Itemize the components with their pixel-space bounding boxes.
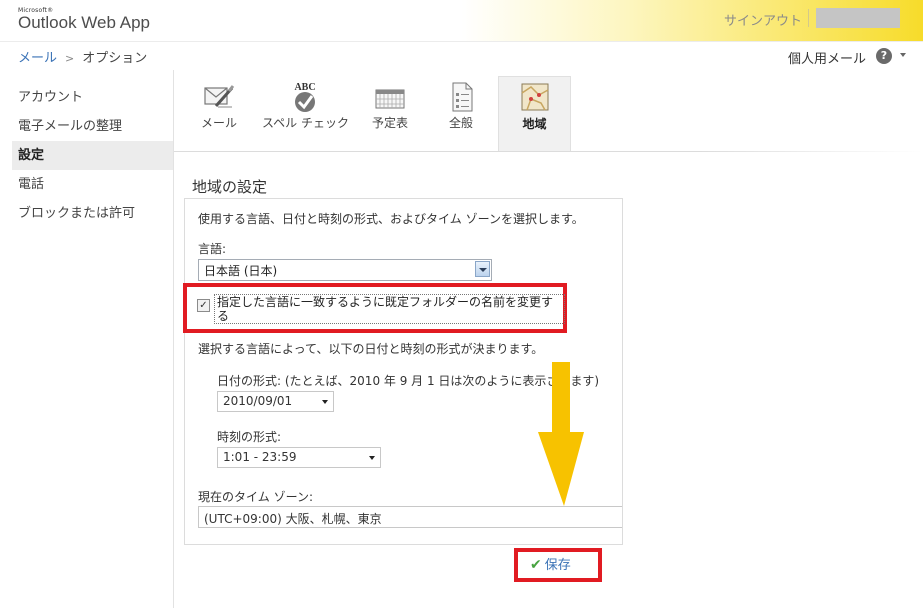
tab-spellcheck-label: スペル チェック: [262, 116, 349, 130]
spellcheck-icon: ABC: [287, 80, 323, 117]
nav-item-block-allow[interactable]: ブロックまたは許可: [0, 199, 173, 228]
page-title: 地域の設定: [192, 178, 268, 196]
nav-item-account[interactable]: アカウント: [0, 83, 173, 112]
nav-item-organize-email[interactable]: 電子メールの整理: [0, 112, 173, 141]
rename-folders-label[interactable]: 指定した言語に一致するように既定フォルダーの名前を変更する: [214, 294, 565, 324]
left-nav: アカウント 電子メールの整理 設定 電話 ブロックまたは許可: [0, 83, 173, 228]
tab-calendar-label: 予定表: [371, 116, 408, 130]
checkmark-icon: ✔: [530, 557, 542, 573]
help-icon[interactable]: ?: [876, 48, 892, 64]
tab-general[interactable]: 全般: [432, 76, 490, 151]
timezone-value: (UTC+09:00) 大阪、札幌、東京: [204, 512, 382, 526]
tab-calendar[interactable]: 予定表: [360, 76, 420, 151]
date-format-select[interactable]: 2010/09/01: [217, 391, 334, 412]
chevron-down-icon[interactable]: [475, 261, 490, 277]
breadcrumb: メール > オプション: [18, 47, 147, 66]
brand-name: Outlook Web App: [18, 13, 150, 32]
yellow-arrow-annotation: [538, 362, 590, 511]
nav-item-settings[interactable]: 設定: [12, 141, 173, 170]
timezone-label: 現在のタイム ゾーン:: [198, 490, 314, 504]
top-bar: Microsoft® Outlook Web App サインアウト: [0, 0, 923, 42]
tab-divider-line: [174, 151, 923, 152]
tab-region-label: 地域: [522, 117, 547, 131]
breadcrumb-mail-link[interactable]: メール: [18, 51, 57, 66]
chevron-down-icon: [322, 400, 328, 404]
help-dropdown-icon[interactable]: [900, 53, 906, 57]
chevron-right-icon: >: [65, 52, 75, 65]
language-value: 日本語 (日本): [204, 264, 278, 278]
tab-mail[interactable]: メール: [187, 76, 251, 151]
calendar-icon: [374, 80, 406, 115]
language-label: 言語:: [198, 242, 227, 256]
personal-mail-link[interactable]: 個人用メール: [788, 48, 866, 67]
header-divider: [808, 9, 809, 27]
user-name-redacted[interactable]: [816, 8, 900, 28]
save-label: 保存: [544, 558, 571, 573]
breadcrumb-current: オプション: [82, 51, 148, 66]
nav-item-phone[interactable]: 電話: [0, 170, 173, 199]
tab-general-label: 全般: [448, 116, 473, 130]
region-description: 使用する言語、日付と時刻の形式、およびタイム ゾーンを選択します。: [198, 212, 584, 226]
language-select[interactable]: 日本語 (日本): [198, 259, 492, 281]
chevron-down-icon: [369, 456, 375, 460]
signout-link[interactable]: サインアウト: [724, 10, 802, 29]
time-format-select[interactable]: 1:01 - 23:59: [217, 447, 381, 468]
time-format-label: 時刻の形式:: [217, 430, 282, 444]
mail-pen-icon: [202, 80, 236, 115]
general-document-icon: [446, 80, 476, 117]
outlook-logo: Microsoft® Outlook Web App: [18, 7, 150, 32]
save-button[interactable]: ✔ 保存: [530, 554, 571, 573]
tab-region[interactable]: 地域: [498, 76, 571, 152]
rename-folders-checkbox[interactable]: ✓: [197, 299, 210, 312]
region-map-icon: [519, 81, 551, 116]
tab-spellcheck[interactable]: ABC スペル チェック: [262, 76, 349, 151]
time-format-value: 1:01 - 23:59: [223, 450, 297, 464]
format-note: 選択する言語によって、以下の日付と時刻の形式が決まります。: [198, 342, 544, 356]
date-format-value: 2010/09/01: [223, 394, 293, 408]
svg-text:ABC: ABC: [294, 82, 315, 93]
tab-mail-label: メール: [200, 116, 237, 130]
